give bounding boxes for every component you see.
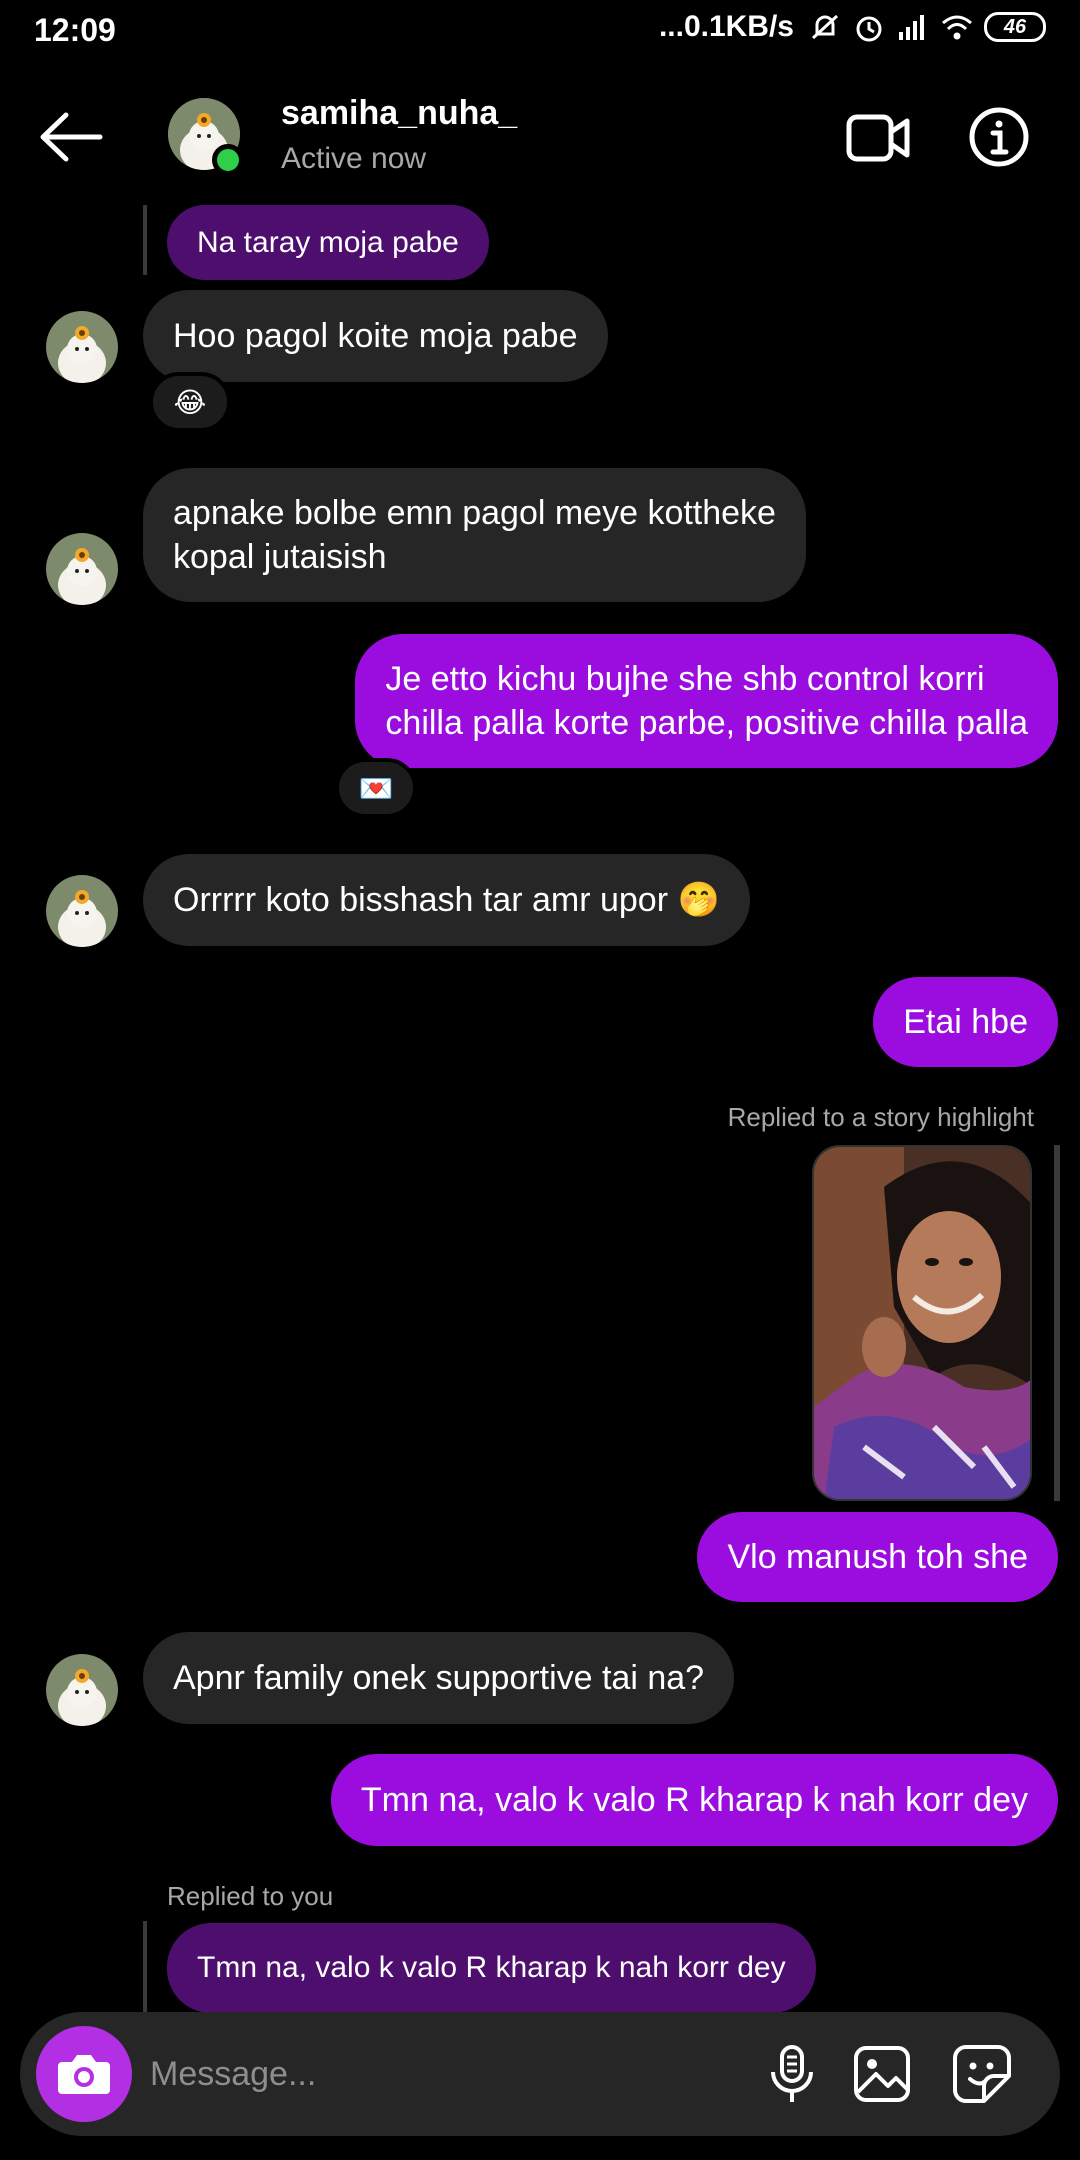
message-text: Vlo manush toh she [727, 1538, 1028, 1576]
contact-username[interactable]: samiha_nuha_ [281, 94, 517, 133]
sender-avatar[interactable] [46, 311, 118, 383]
microphone-icon[interactable] [760, 2042, 824, 2106]
incoming-message[interactable]: Orrrrr koto bisshash tar amr upor 🤭 [143, 854, 750, 946]
alarm-icon [856, 16, 882, 42]
contact-status: Active now [281, 142, 427, 175]
status-bar: 12:09 ...0.1KB/s 46 [0, 0, 1080, 62]
message-text-line2: kopal jutaisish [173, 538, 387, 576]
message-text-line1: apnake bolbe emn pagol meye kottheke [173, 494, 776, 532]
message-text: Hoo pagol koite moja pabe [173, 317, 578, 355]
video-call-icon[interactable] [846, 110, 910, 166]
battery-icon: 46 [984, 12, 1046, 42]
reaction-emoji: 💌 [358, 772, 394, 804]
message-text: Apnr family onek supportive tai na? [173, 1659, 705, 1697]
message-reaction[interactable]: 💌 [335, 758, 417, 818]
message-composer [20, 2012, 1060, 2136]
dog-avatar-image [46, 533, 118, 605]
chat-header: samiha_nuha_ Active now [0, 62, 1080, 212]
back-arrow-icon[interactable] [38, 112, 104, 162]
story-reply-label: Replied to a story highlight [727, 1102, 1034, 1132]
outgoing-message[interactable]: Je etto kichu bujhe she shb control korr… [355, 634, 1058, 768]
reply-label: Replied to you [167, 1881, 334, 1911]
outgoing-message[interactable]: Etai hbe [873, 977, 1058, 1067]
incoming-message[interactable]: Apnr family onek supportive tai na? [143, 1632, 735, 1724]
quote-indicator [143, 205, 147, 275]
outgoing-message[interactable]: Tmn na, valo k valo R kharap k nah korr … [330, 1754, 1058, 1846]
quoted-text: Tmn na, valo k valo R kharap k nah korr … [197, 1951, 786, 1984]
story-reply-indicator [1054, 1145, 1060, 1501]
incoming-message[interactable]: apnake bolbe emn pagol meye kottheke kop… [143, 468, 806, 602]
mute-icon [811, 14, 839, 40]
info-icon[interactable] [968, 106, 1030, 168]
reaction-emoji: 😂 [173, 386, 207, 418]
outgoing-message[interactable]: Vlo manush toh she [697, 1512, 1058, 1602]
message-input[interactable] [150, 2042, 730, 2106]
story-photo [814, 1147, 1030, 1499]
network-speed: ...0.1KB/s [658, 10, 794, 43]
signal-icon [899, 15, 924, 40]
message-reaction[interactable]: 😂 [149, 372, 231, 432]
camera-button[interactable] [36, 2026, 132, 2122]
online-indicator [212, 144, 244, 176]
dog-avatar-image [46, 1654, 118, 1726]
message-text: Etai hbe [903, 1003, 1028, 1041]
story-highlight-thumbnail[interactable] [812, 1145, 1032, 1501]
quoted-message[interactable]: Tmn na, valo k valo R kharap k nah korr … [167, 1923, 816, 2013]
gallery-icon[interactable] [850, 2042, 914, 2106]
status-indicators: ...0.1KB/s 46 [659, 10, 1046, 44]
dog-avatar-image [46, 311, 118, 383]
camera-icon [58, 2055, 110, 2094]
sender-avatar[interactable] [46, 533, 118, 605]
quote-indicator [143, 1921, 147, 2015]
dog-avatar-image [46, 875, 118, 947]
message-text: Orrrrr koto bisshash tar amr upor 🤭 [173, 881, 720, 919]
message-list[interactable]: Na taray moja pabe Hoo pagol koite moja … [0, 205, 1080, 2015]
quoted-text: Na taray moja pabe [197, 225, 459, 259]
message-text-line1: Je etto kichu bujhe she shb control korr… [385, 660, 985, 698]
quoted-message[interactable]: Na taray moja pabe [167, 205, 489, 280]
wifi-icon [942, 15, 972, 40]
status-time: 12:09 [34, 12, 116, 48]
sticker-icon[interactable] [950, 2042, 1014, 2106]
message-text-line2: chilla palla korte parbe, positive chill… [385, 704, 1028, 742]
sender-avatar[interactable] [46, 1654, 118, 1726]
sender-avatar[interactable] [46, 875, 118, 947]
message-text: Tmn na, valo k valo R kharap k nah korr … [360, 1781, 1028, 1819]
incoming-message[interactable]: Hoo pagol koite moja pabe [143, 290, 608, 382]
